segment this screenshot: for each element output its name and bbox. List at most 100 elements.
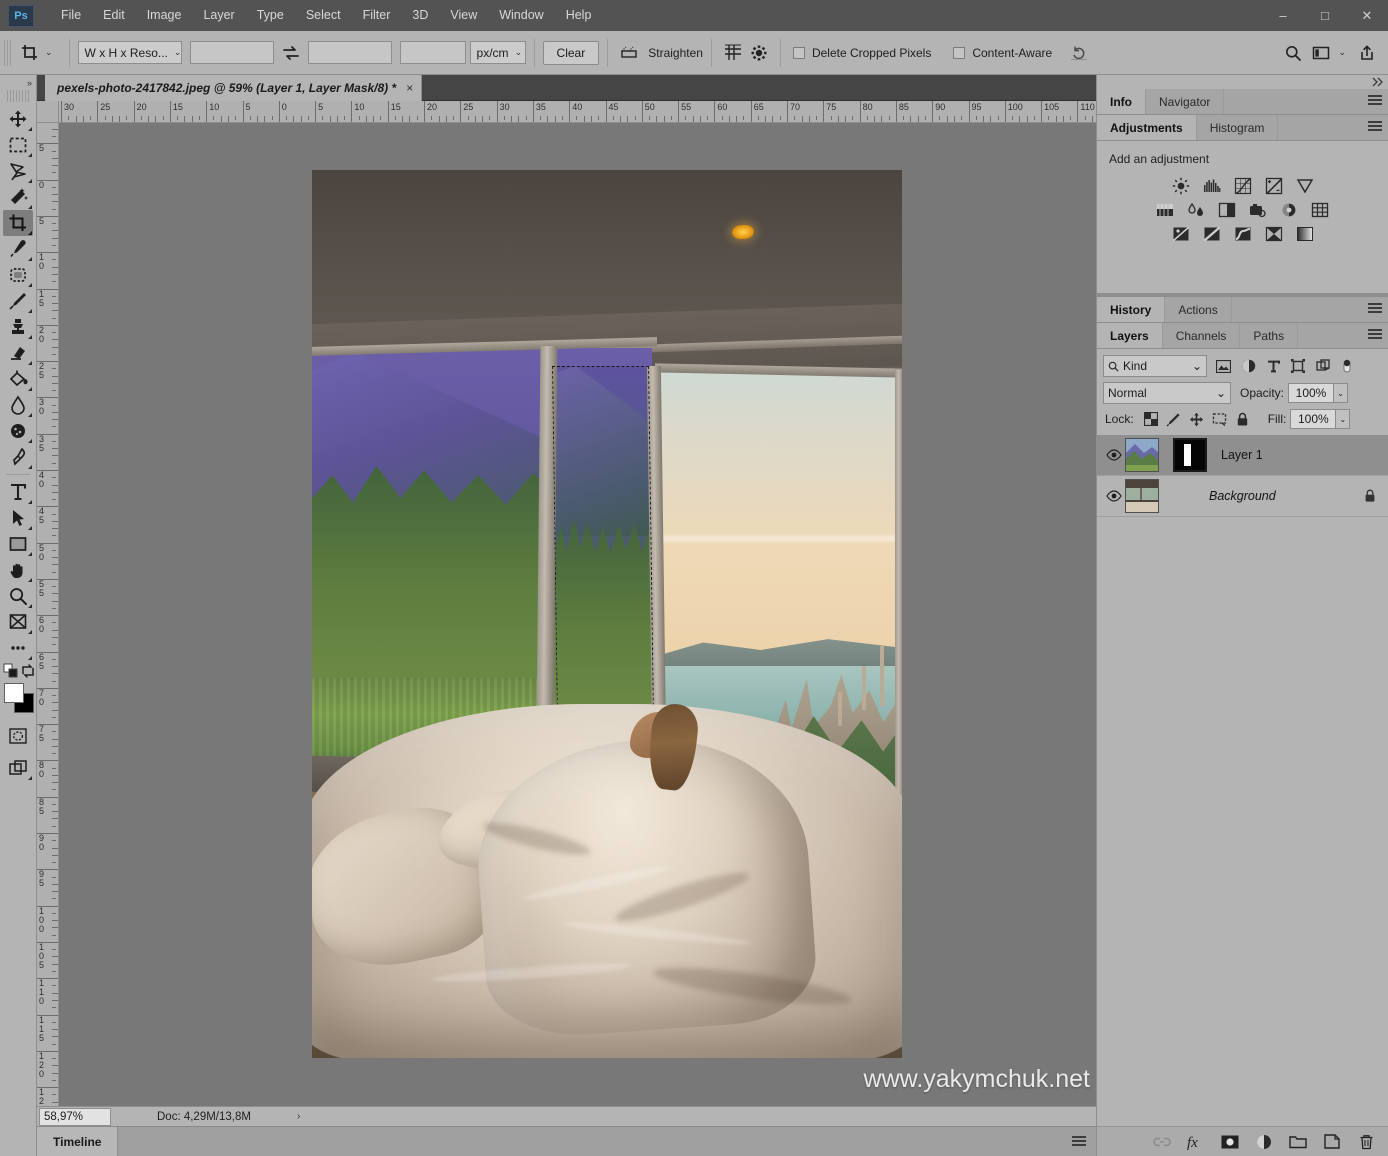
lock-position-icon[interactable] (1187, 410, 1207, 428)
panel-menu-icon[interactable] (1072, 1135, 1086, 1148)
menu-item-select[interactable]: Select (295, 0, 352, 31)
tool-move[interactable] (3, 106, 33, 132)
close-button[interactable]: ✕ (1346, 0, 1388, 31)
tool-magic-wand[interactable] (3, 184, 33, 210)
menu-item-window[interactable]: Window (488, 0, 554, 31)
minimize-button[interactable]: – (1262, 0, 1304, 31)
panel-menu-icon[interactable] (1368, 95, 1382, 107)
lock-all-icon[interactable] (1233, 410, 1253, 428)
tool-frame[interactable] (3, 609, 33, 635)
maximize-button[interactable]: □ (1304, 0, 1346, 31)
tool-path-selection[interactable] (3, 505, 33, 531)
color-lookup-icon[interactable] (1309, 200, 1331, 220)
gear-icon[interactable] (746, 41, 772, 65)
screen-mode-button[interactable] (3, 755, 33, 781)
ruler-corner[interactable] (37, 101, 59, 123)
brightness-contrast-icon[interactable] (1170, 176, 1192, 196)
lock-artboard-icon[interactable] (1210, 410, 1230, 428)
adjustment-filter-icon[interactable] (1242, 359, 1256, 373)
lock-image-pixels-icon[interactable] (1164, 410, 1184, 428)
new-layer-icon[interactable] (1323, 1133, 1341, 1151)
hue-saturation-icon[interactable] (1154, 200, 1176, 220)
delete-cropped-pixels-checkbox[interactable]: Delete Cropped Pixels (792, 46, 931, 60)
layer-filter-kind-select[interactable]: Kind ⌄ (1103, 355, 1207, 377)
tool-hand[interactable] (3, 557, 33, 583)
menu-item-edit[interactable]: Edit (92, 0, 136, 31)
crop-unit-select[interactable]: px/cm ⌄ (469, 41, 526, 64)
exposure-icon[interactable] (1263, 176, 1285, 196)
menu-item-image[interactable]: Image (136, 0, 193, 31)
tab-histogram[interactable]: Histogram (1196, 115, 1279, 140)
blend-mode-select[interactable]: Normal ⌄ (1103, 382, 1231, 404)
tool-pen[interactable] (3, 444, 33, 470)
toolbar-collapse-button[interactable]: » (0, 75, 36, 90)
tool-blur[interactable] (3, 392, 33, 418)
tool-eraser[interactable] (3, 340, 33, 366)
color-balance-icon[interactable] (1185, 200, 1207, 220)
link-layers-icon[interactable] (1153, 1133, 1171, 1151)
layer-mask-thumbnail[interactable] (1173, 438, 1207, 472)
close-icon[interactable]: × (406, 81, 413, 95)
foreground-color-swatch[interactable] (4, 683, 24, 703)
tab-actions[interactable]: Actions (1165, 297, 1232, 322)
levels-icon[interactable] (1201, 176, 1223, 196)
search-icon[interactable] (1280, 41, 1306, 65)
photo-filter-icon[interactable] (1247, 200, 1269, 220)
content-aware-checkbox[interactable]: Content-Aware (953, 46, 1052, 60)
tool-spot-healing-brush[interactable] (3, 262, 33, 288)
layer-style-fx-icon[interactable]: fx (1187, 1133, 1205, 1151)
tool-preset-picker[interactable]: ⌄ (15, 40, 61, 66)
layer-visibility-toggle[interactable] (1103, 449, 1125, 461)
layer-name[interactable]: Layer 1 (1221, 448, 1263, 462)
panel-menu-icon[interactable] (1368, 329, 1382, 341)
menu-item-layer[interactable]: Layer (192, 0, 245, 31)
gradient-map-icon[interactable] (1294, 224, 1316, 244)
crop-height-input[interactable] (307, 41, 392, 64)
layer-name[interactable]: Background (1209, 489, 1276, 503)
tool-type[interactable] (3, 479, 33, 505)
tool-rectangle[interactable] (3, 531, 33, 557)
crop-resolution-input[interactable] (399, 41, 466, 64)
quick-mask-button[interactable] (3, 723, 33, 749)
add-layer-mask-icon[interactable] (1221, 1133, 1239, 1151)
straighten-label[interactable]: Straighten (648, 46, 703, 60)
straighten-icon[interactable] (616, 41, 642, 65)
shape-filter-icon[interactable] (1291, 359, 1305, 373)
black-white-icon[interactable] (1216, 200, 1238, 220)
new-group-icon[interactable] (1289, 1133, 1307, 1151)
panel-menu-icon[interactable] (1368, 121, 1382, 133)
tool-edit-toolbar[interactable] (3, 635, 33, 661)
status-menu-arrow[interactable]: › (297, 1111, 300, 1122)
tool-clone-stamp[interactable] (3, 314, 33, 340)
swap-colors-icon[interactable] (20, 663, 36, 679)
layer-visibility-toggle[interactable] (1103, 490, 1125, 502)
menu-item-type[interactable]: Type (246, 0, 295, 31)
tab-paths[interactable]: Paths (1240, 323, 1299, 348)
tool-dodge[interactable] (3, 418, 33, 444)
opacity-input[interactable]: 100% (1288, 383, 1335, 403)
tool-lasso[interactable] (3, 158, 33, 184)
crop-width-input[interactable] (189, 41, 274, 64)
curves-icon[interactable] (1232, 176, 1254, 196)
workspace-icon[interactable] (1308, 41, 1334, 65)
vertical-ruler[interactable]: 0505101520253035404550556065707580859095… (37, 123, 59, 1106)
layer-thumbnail[interactable] (1125, 479, 1159, 513)
type-filter-icon[interactable] (1267, 360, 1280, 373)
tool-zoom[interactable] (3, 583, 33, 609)
tool-paint-bucket[interactable] (3, 366, 33, 392)
tab-channels[interactable]: Channels (1162, 323, 1241, 348)
default-colors-icon[interactable] (3, 663, 19, 679)
document-tab[interactable]: pexels-photo-2417842.jpeg @ 59% (Layer 1… (45, 75, 423, 101)
tab-navigator[interactable]: Navigator (1146, 89, 1225, 114)
dock-collapse-button[interactable] (1372, 77, 1384, 87)
tab-info[interactable]: Info (1097, 89, 1146, 114)
share-icon[interactable] (1354, 41, 1380, 65)
layer-row-layer-1[interactable]: Layer 1 (1097, 435, 1388, 476)
posterize-icon[interactable] (1201, 224, 1223, 244)
tool-eyedropper[interactable] (3, 236, 33, 262)
tab-history[interactable]: History (1097, 297, 1166, 322)
menu-item-filter[interactable]: Filter (352, 0, 402, 31)
layer-thumbnail[interactable] (1125, 438, 1159, 472)
document-image[interactable] (312, 170, 902, 1058)
invert-icon[interactable] (1170, 224, 1192, 244)
